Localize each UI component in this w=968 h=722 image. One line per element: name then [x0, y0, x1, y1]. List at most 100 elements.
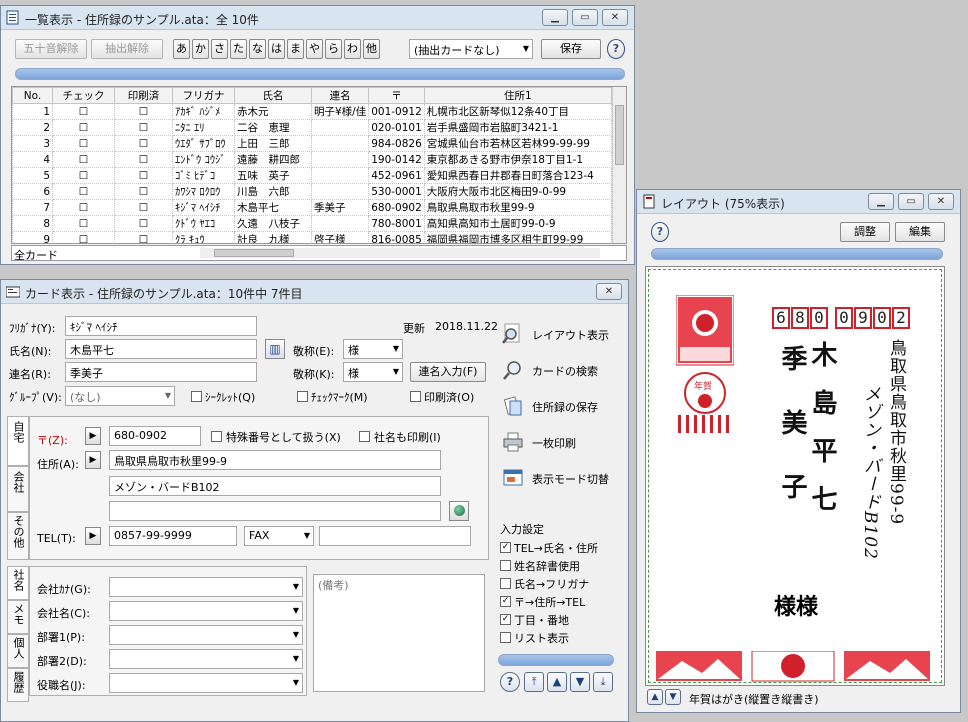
printed-checkbox[interactable]: ☐ [114, 231, 173, 243]
kana-key-ma[interactable]: ま [287, 39, 304, 59]
kana-reset-button[interactable]: 五十音解除 [15, 39, 87, 59]
extract-select[interactable]: (抽出カードなし) [409, 39, 533, 59]
checkmark-checkbox[interactable] [297, 391, 308, 402]
tab-home[interactable]: 自宅 [7, 416, 29, 466]
address-line3-input[interactable] [109, 501, 441, 521]
close-icon[interactable]: ✕ [596, 283, 622, 300]
adjust-button[interactable]: 調整 [840, 222, 890, 242]
kana-key-wa[interactable]: わ [344, 39, 361, 59]
table-row[interactable]: 6 ☐ ☐ ｶﾜｼﾏ ﾛｸﾛｳ 川島 六郎 530-0001 大阪府大阪市北区梅田9-0-9… [12, 183, 613, 200]
tab-other[interactable]: その他 [7, 512, 29, 560]
last-card-icon[interactable]: ⤓ [593, 672, 613, 692]
check-checkbox[interactable]: ☐ [52, 199, 115, 216]
tab-company-name[interactable]: 社名 [7, 566, 29, 600]
check-checkbox[interactable]: ☐ [52, 231, 115, 243]
table-row[interactable]: 5 ☐ ☐ ｺﾞﾐ ﾋﾃﾞｺ 五味 英子 452-0961 愛知県西春日井郡春日町落合123… [12, 167, 613, 184]
address-book-icon[interactable]: ▥ [265, 339, 285, 359]
globe-icon[interactable] [449, 501, 469, 521]
zip-arrow-button[interactable]: ▶ [85, 427, 101, 445]
kana-key-ra[interactable]: ら [325, 39, 342, 59]
printed-checkbox[interactable] [410, 391, 421, 402]
col-kana[interactable]: フリガナ [172, 87, 235, 104]
department2-select[interactable] [109, 649, 303, 669]
zip-input[interactable]: 680-0902 [109, 426, 201, 446]
setting-checkbox-5[interactable] [500, 632, 511, 643]
fax-input[interactable] [319, 526, 471, 546]
table-row[interactable]: 8 ☐ ☐ ｸﾄﾞｳ ﾔｴｺ 久遠 八枝子 780-8001 高知県高知市土居町99-0-9 [12, 215, 613, 232]
maximize-icon[interactable]: ▭ [572, 9, 598, 26]
company-kana-select[interactable] [109, 577, 303, 597]
close-icon[interactable]: ✕ [602, 9, 628, 26]
setting-checkbox-0[interactable]: ✓ [500, 542, 511, 553]
group-select[interactable]: (なし) [65, 386, 175, 406]
col-no[interactable]: No. [12, 87, 53, 104]
col-address1[interactable]: 住所1 [423, 87, 613, 104]
secret-checkbox[interactable] [191, 391, 202, 402]
printed-checkbox[interactable]: ☐ [114, 151, 173, 168]
first-card-icon[interactable]: ⤒ [524, 672, 544, 692]
setting-checkbox-1[interactable] [500, 560, 511, 571]
setting-checkbox-4[interactable]: ✓ [500, 614, 511, 625]
memo-textarea[interactable]: (備考) [313, 574, 485, 692]
tab-company[interactable]: 会社 [7, 466, 29, 512]
address-line1-input[interactable]: 鳥取県鳥取市秋里99-9 [109, 450, 441, 470]
special-zip-checkbox[interactable] [211, 431, 222, 442]
kana-key-ka[interactable]: か [192, 39, 209, 59]
check-checkbox[interactable]: ☐ [52, 151, 115, 168]
kana-key-ta[interactable]: た [230, 39, 247, 59]
close-icon[interactable]: ✕ [928, 193, 954, 210]
card-search-button[interactable]: カードの検索 [498, 358, 616, 384]
printed-checkbox[interactable]: ☐ [114, 183, 173, 200]
display-mode-button[interactable]: 表示モード切替 [498, 466, 616, 492]
help-icon[interactable]: ? [500, 672, 520, 692]
company-name-select[interactable] [109, 601, 303, 621]
col-zip[interactable]: 〒 [368, 87, 425, 104]
tab-personal[interactable]: 個人 [7, 634, 29, 668]
printed-checkbox[interactable]: ☐ [114, 119, 173, 136]
save-address-book-button[interactable]: 住所録の保存 [498, 394, 616, 420]
setting-checkbox-3[interactable]: ✓ [500, 596, 511, 607]
layout-help-button[interactable]: ? [651, 222, 669, 242]
printed-checkbox[interactable]: ☐ [114, 167, 173, 184]
table-row[interactable]: 2 ☐ ☐ ﾆﾀﾆ ｴﾘ 二谷 恵理 020-0101 岩手県盛岡市岩脇町3421-1 [12, 119, 613, 136]
horizontal-scrollbar[interactable] [200, 248, 600, 258]
prev-card-icon[interactable]: ▲ [547, 672, 567, 692]
name-input[interactable]: 木島平七 [65, 339, 257, 359]
department1-select[interactable] [109, 625, 303, 645]
edit-button[interactable]: 編集 [895, 222, 945, 242]
kana-key-ya[interactable]: や [306, 39, 323, 59]
printed-checkbox[interactable]: ☐ [114, 103, 173, 120]
title-select[interactable] [109, 673, 303, 693]
hscroll-thumb[interactable] [214, 249, 294, 257]
print-company-checkbox[interactable] [359, 431, 370, 442]
table-row[interactable]: 4 ☐ ☐ ｴﾝﾄﾞｳ ｺｳｼﾞ 遠藤 耕四郎 190-0142 東京都あきる野市伊奈18丁… [12, 151, 613, 168]
kana-key-a[interactable]: あ [173, 39, 190, 59]
maximize-icon[interactable]: ▭ [898, 193, 924, 210]
table-row[interactable]: 7 ☐ ☐ ｷｼﾞﾏ ﾍｲｼﾁ 木島平七 季美子 680-0902 鳥取県鳥取市秋里99-9 [12, 199, 613, 216]
printed-checkbox[interactable]: ☐ [114, 135, 173, 152]
col-name[interactable]: 氏名 [234, 87, 312, 104]
renmei-input-button[interactable]: 連名入力(F) [410, 362, 486, 382]
check-checkbox[interactable]: ☐ [52, 215, 115, 232]
table-row[interactable]: 3 ☐ ☐ ｳｴﾀﾞ ｻﾌﾞﾛｳ 上田 三郎 984-0826 宮城県仙台市若林区若林99-… [12, 135, 613, 152]
kana-input[interactable]: ｷｼﾞﾏ ﾍｲｼﾁ [65, 316, 257, 336]
table-row[interactable]: 1 ☐ ☐ ｱｶｷﾞ ﾊｼﾞﾒ 赤木元 明子¥様/佳 001-0912 札幌市北区新琴似12条… [12, 103, 613, 120]
minimize-icon[interactable]: ▁ [542, 9, 568, 26]
honorific2-select[interactable]: 様 [343, 362, 403, 382]
printed-checkbox[interactable]: ☐ [114, 215, 173, 232]
fax-select[interactable]: FAX [244, 526, 314, 546]
check-checkbox[interactable]: ☐ [52, 119, 115, 136]
layout-view-button[interactable]: レイアウト表示 [498, 322, 616, 348]
tel-input[interactable]: 0857-99-9999 [109, 526, 237, 546]
prev-page-icon[interactable]: ▲ [647, 689, 663, 705]
printed-checkbox[interactable]: ☐ [114, 199, 173, 216]
save-button[interactable]: 保存 [541, 39, 601, 59]
check-checkbox[interactable]: ☐ [52, 167, 115, 184]
setting-checkbox-2[interactable] [500, 578, 511, 589]
kana-key-ha[interactable]: は [268, 39, 285, 59]
kana-key-other[interactable]: 他 [363, 39, 380, 59]
tab-history[interactable]: 履歴 [7, 668, 29, 702]
check-checkbox[interactable]: ☐ [52, 135, 115, 152]
address-line2-input[interactable]: メゾン・バードB102 [109, 476, 441, 496]
check-checkbox[interactable]: ☐ [52, 183, 115, 200]
